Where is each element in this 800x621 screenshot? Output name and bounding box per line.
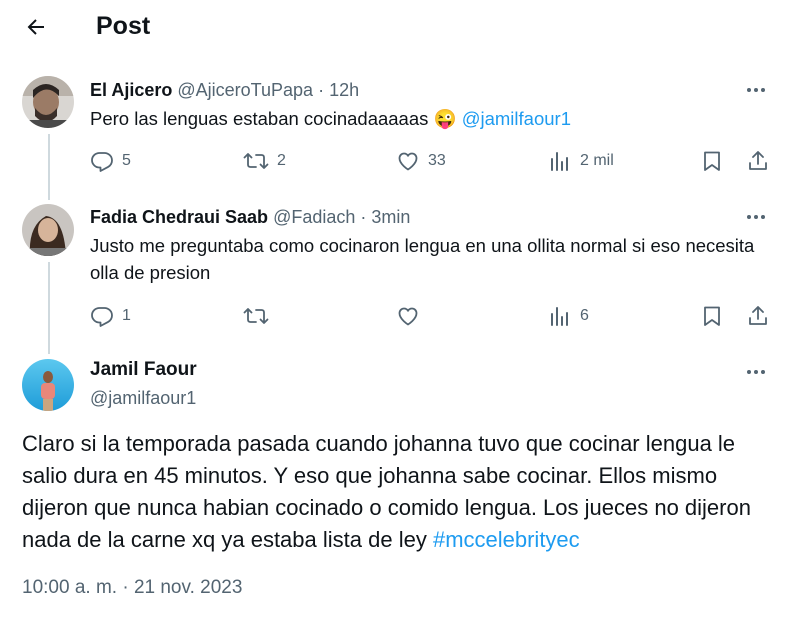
views-count: 2 mil [580, 152, 614, 169]
share-icon [746, 304, 770, 328]
avatar[interactable] [22, 204, 74, 256]
post-text: Claro si la temporada pasada cuando joha… [22, 428, 782, 556]
reply-icon [90, 304, 114, 328]
views-count: 6 [580, 307, 589, 324]
emoji: 😜 [433, 108, 457, 129]
repost-button[interactable] [243, 301, 277, 331]
top-bar: Post [0, 0, 800, 52]
repost-icon [243, 304, 269, 328]
views-button[interactable]: 6 [548, 301, 589, 331]
mention-link[interactable]: @jamilfaour1 [462, 108, 571, 129]
views-button[interactable]: 2 mil [548, 146, 614, 176]
like-button[interactable]: 33 [396, 146, 446, 176]
author-handle[interactable]: @jamilfaour1 [90, 386, 196, 410]
author-name[interactable]: El Ajicero [90, 80, 172, 100]
reply-button[interactable]: 5 [90, 146, 131, 176]
post-header: Fadia Chedraui Saab @Fadiach · 3min [90, 206, 410, 228]
post-timestamp[interactable]: 10:00 a. m. · 21 nov. 2023 [22, 576, 242, 600]
post-time[interactable]: 3min [371, 207, 410, 227]
reply-button[interactable]: 1 [90, 301, 131, 331]
thread-line [48, 134, 50, 200]
more-icon [746, 214, 766, 220]
bookmark-button[interactable] [700, 146, 724, 176]
heart-icon [396, 149, 420, 173]
reply-count: 1 [122, 307, 131, 324]
separator: · [318, 80, 325, 100]
author-name[interactable]: Jamil Faour [90, 358, 197, 382]
more-button[interactable] [744, 79, 768, 101]
bookmark-button[interactable] [700, 301, 724, 331]
author-handle[interactable]: @Fadiach [273, 207, 355, 227]
action-bar: 1 6 [90, 301, 780, 331]
post-time[interactable]: 12h [329, 80, 359, 100]
post-text: Justo me preguntaba como cocinaron lengu… [90, 235, 755, 283]
back-button[interactable] [18, 9, 54, 45]
repost-button[interactable]: 2 [243, 146, 286, 176]
heart-icon [396, 304, 420, 328]
more-icon [746, 369, 766, 375]
post-text-content: Claro si la temporada pasada cuando joha… [22, 431, 751, 552]
author-handle[interactable]: @AjiceroTuPapa [177, 80, 313, 100]
more-button[interactable] [744, 206, 768, 228]
share-button[interactable] [746, 146, 770, 176]
separator: · [360, 207, 367, 227]
views-icon [548, 149, 572, 173]
like-count: 33 [428, 152, 446, 169]
repost-icon [243, 149, 269, 173]
share-icon [746, 149, 770, 173]
share-button[interactable] [746, 301, 770, 331]
bookmark-icon [700, 304, 724, 328]
author-name[interactable]: Fadia Chedraui Saab [90, 207, 268, 227]
more-icon [746, 87, 766, 93]
post-text: Pero las lenguas estaban cocinadaaaaas 😜… [90, 105, 780, 132]
page-title: Post [96, 12, 151, 40]
reply-count: 5 [122, 152, 131, 169]
repost-count: 2 [277, 152, 286, 169]
hashtag-link[interactable]: #mccelebrityec [433, 527, 580, 552]
post-text-content: Pero las lenguas estaban cocinadaaaaas [90, 108, 429, 129]
bookmark-icon [700, 149, 724, 173]
avatar[interactable] [22, 76, 74, 128]
reply-icon [90, 149, 114, 173]
thread-line [48, 262, 50, 354]
avatar[interactable] [22, 359, 74, 411]
action-bar: 5 2 33 2 mil [90, 146, 780, 176]
like-button[interactable] [396, 301, 428, 331]
views-icon [548, 304, 572, 328]
post-header: El Ajicero @AjiceroTuPapa · 12h [90, 79, 359, 101]
more-button[interactable] [744, 361, 768, 383]
back-arrow-icon [24, 15, 48, 39]
